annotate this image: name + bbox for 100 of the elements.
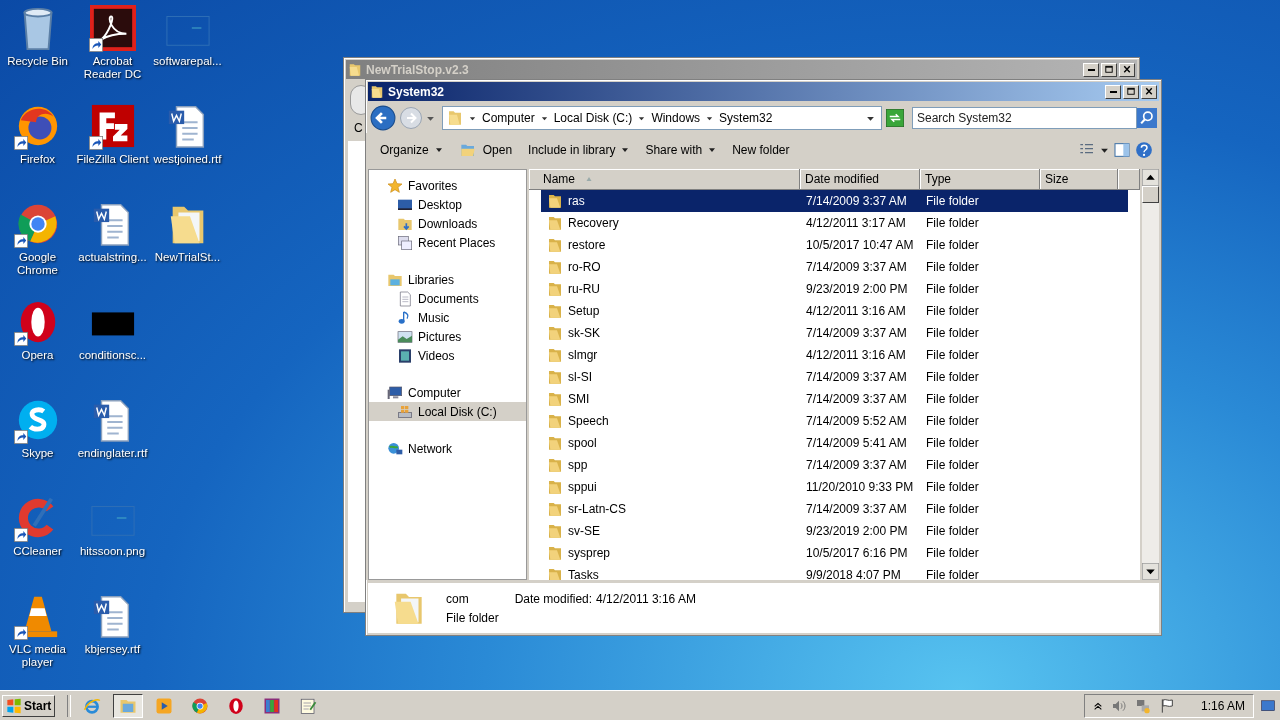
file-name: spool bbox=[568, 436, 597, 450]
nav-item[interactable]: Network bbox=[369, 439, 526, 458]
desktop-icon-label[interactable]: FileZilla Client bbox=[74, 153, 151, 166]
nav-item[interactable]: Local Disk (C:) bbox=[369, 402, 526, 421]
disk-icon bbox=[397, 403, 413, 420]
nav-item[interactable]: Recent Places bbox=[369, 233, 526, 252]
back-button[interactable] bbox=[370, 105, 396, 131]
file-row[interactable]: restore 10/5/2017 10:47 AM File folder bbox=[541, 234, 1128, 256]
search-field[interactable]: Search System32 bbox=[912, 107, 1137, 129]
chevron-up-icon[interactable] bbox=[1092, 700, 1103, 711]
scroll-up-button[interactable] bbox=[1142, 169, 1159, 186]
desktop-icon-label[interactable]: NewTrialSt... bbox=[149, 251, 226, 264]
menu-button[interactable]: Include in library bbox=[522, 141, 636, 159]
network-icon[interactable] bbox=[1134, 697, 1151, 714]
file-name: Tasks bbox=[568, 568, 599, 580]
nav-item[interactable]: Music bbox=[369, 308, 526, 327]
search-icon[interactable] bbox=[1137, 108, 1157, 128]
desktop-icon-label[interactable]: Google Chrome bbox=[0, 251, 76, 277]
nav-item[interactable]: Videos bbox=[369, 346, 526, 365]
file-name: slmgr bbox=[568, 348, 598, 362]
desktop-icon-label[interactable]: softwarepal... bbox=[149, 55, 226, 68]
nav-item[interactable]: Computer bbox=[369, 383, 526, 402]
file-row[interactable]: ro-RO 7/14/2009 3:37 AM File folder bbox=[541, 256, 1128, 278]
file-row[interactable]: spp 7/14/2009 3:37 AM File folder bbox=[541, 454, 1128, 476]
breadcrumb-link[interactable]: Computer bbox=[482, 111, 535, 125]
file-row[interactable]: sk-SK 7/14/2009 3:37 AM File folder bbox=[541, 322, 1128, 344]
file-row[interactable]: slmgr 4/12/2011 3:16 AM File folder bbox=[541, 344, 1128, 366]
desktop-icon-label[interactable]: westjoined.rtf bbox=[149, 153, 226, 166]
file-row[interactable]: sppui 11/20/2010 9:33 PM File folder bbox=[541, 476, 1128, 498]
windows-logo-icon bbox=[6, 697, 22, 714]
file-row[interactable]: Tasks 9/9/2018 4:07 PM File folder bbox=[541, 564, 1128, 580]
close-button[interactable] bbox=[1141, 84, 1157, 99]
desktop-icon-label[interactable]: kbjersey.rtf bbox=[74, 643, 151, 656]
file-row[interactable]: sl-SI 7/14/2009 3:37 AM File folder bbox=[541, 366, 1128, 388]
minimize-button[interactable] bbox=[1083, 62, 1099, 77]
table-cell-text: 4/12/2011 3:17 AM bbox=[805, 216, 907, 230]
column-header[interactable]: Size bbox=[1040, 169, 1118, 190]
caret-icon[interactable] bbox=[706, 114, 714, 122]
breadcrumb-link[interactable]: Local Disk (C:) bbox=[553, 111, 633, 125]
file-row[interactable]: spool 7/14/2009 5:41 AM File folder bbox=[541, 432, 1128, 454]
refresh-button[interactable] bbox=[885, 109, 905, 127]
minimize-button[interactable] bbox=[1105, 84, 1121, 99]
desktop-icon-label[interactable]: conditionsc... bbox=[74, 349, 151, 362]
nav-item[interactable]: Libraries bbox=[369, 270, 526, 289]
network-icon bbox=[387, 440, 403, 457]
nav-item[interactable]: Favorites bbox=[369, 176, 526, 195]
scroll-down-button[interactable] bbox=[1142, 563, 1159, 580]
column-header[interactable]: Type bbox=[920, 169, 1040, 190]
table-cell-text: 4/12/2011 3:16 AM bbox=[805, 348, 907, 362]
desktop-icon-label[interactable]: Opera bbox=[0, 349, 76, 362]
desktop-icon-label[interactable]: CCleaner bbox=[0, 545, 76, 558]
preview-pane-icon[interactable] bbox=[1113, 142, 1131, 158]
desktop-icon-label[interactable]: Acrobat Reader DC bbox=[74, 55, 151, 81]
file-row[interactable]: sr-Latn-CS 7/14/2009 3:37 AM File folder bbox=[541, 498, 1128, 520]
desktop-icon-label[interactable]: actualstring... bbox=[74, 251, 151, 264]
menu-button[interactable]: Organize bbox=[374, 141, 449, 159]
table-cell-text: 7/14/2009 3:37 AM bbox=[805, 370, 908, 384]
file-row[interactable]: Speech 7/14/2009 5:52 AM File folder bbox=[541, 410, 1128, 432]
nav-item[interactable]: Documents bbox=[369, 289, 526, 308]
breadcrumb-link[interactable]: Windows bbox=[651, 111, 701, 125]
nav-item[interactable]: Desktop bbox=[369, 195, 526, 214]
taskbar-button[interactable] bbox=[113, 693, 144, 718]
desktop-icon-label[interactable]: Firefox bbox=[0, 153, 76, 166]
help-icon[interactable] bbox=[1135, 141, 1153, 159]
table-cell-text: File folder bbox=[925, 282, 980, 296]
videos-icon bbox=[397, 347, 413, 364]
caret-icon[interactable] bbox=[638, 114, 646, 122]
toolbar-button[interactable]: New folder bbox=[726, 141, 796, 159]
clock[interactable]: 1:16 AM bbox=[1200, 698, 1245, 713]
column-header[interactable]: Date modified bbox=[800, 169, 920, 190]
file-name: sppui bbox=[568, 480, 597, 494]
desktop-icon-label[interactable]: VLC media player bbox=[0, 643, 76, 669]
file-row[interactable]: sv-SE 9/23/2019 2:00 PM File folder bbox=[541, 520, 1128, 542]
file-row[interactable]: ru-RU 9/23/2019 2:00 PM File folder bbox=[541, 278, 1128, 300]
column-header[interactable]: Name bbox=[529, 169, 800, 190]
desktop-icon-label[interactable]: Skype bbox=[0, 447, 76, 460]
close-button[interactable] bbox=[1119, 62, 1135, 77]
caret-icon[interactable] bbox=[469, 114, 476, 122]
scroll-thumb[interactable] bbox=[1142, 186, 1159, 203]
nav-item[interactable]: Pictures bbox=[369, 327, 526, 346]
file-row[interactable]: SMI 7/14/2009 3:37 AM File folder bbox=[541, 388, 1128, 410]
file-row[interactable]: ras 7/14/2009 3:37 AM File folder bbox=[541, 190, 1128, 212]
file-row[interactable]: sysprep 10/5/2017 6:16 PM File folder bbox=[541, 542, 1128, 564]
show-desktop-button[interactable] bbox=[1260, 698, 1276, 713]
scrollbar[interactable] bbox=[1142, 169, 1159, 580]
start-button[interactable]: Start bbox=[2, 694, 56, 717]
maximize-button[interactable] bbox=[1101, 62, 1117, 77]
desktop-icon-label[interactable]: endinglater.rtf bbox=[74, 447, 151, 460]
file-row[interactable]: Recovery 4/12/2011 3:17 AM File folder bbox=[541, 212, 1128, 234]
caret-icon[interactable] bbox=[540, 114, 548, 122]
address-bar[interactable]: Computer Local Disk (C:) Windows System32 bbox=[442, 106, 882, 130]
nav-item[interactable]: Downloads bbox=[369, 214, 526, 233]
toolbar-button[interactable]: Open bbox=[452, 140, 519, 160]
desktop-icon-label[interactable]: hitssoon.png bbox=[74, 545, 151, 558]
breadcrumb-link[interactable]: System32 bbox=[719, 111, 773, 125]
file-row[interactable]: Setup 4/12/2011 3:16 AM File folder bbox=[541, 300, 1128, 322]
table-cell-text: 7/14/2009 3:37 AM bbox=[805, 260, 908, 274]
maximize-button[interactable] bbox=[1123, 84, 1139, 99]
desktop-icon-label[interactable]: Recycle Bin bbox=[0, 55, 76, 68]
menu-button[interactable]: Share with bbox=[639, 141, 723, 159]
